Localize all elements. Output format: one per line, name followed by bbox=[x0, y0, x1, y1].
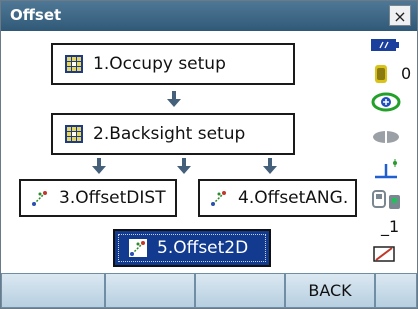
menu-item-label: 5.Offset2D bbox=[157, 238, 249, 258]
battery-icon bbox=[371, 39, 399, 51]
back-button[interactable]: BACK bbox=[285, 273, 375, 308]
offset-program-icon bbox=[210, 189, 228, 207]
menu-item-label: 3.OffsetDIST bbox=[59, 188, 166, 208]
bluetooth-interface-icon bbox=[372, 190, 400, 209]
menu-item-label: 2.Backsight setup bbox=[93, 124, 246, 144]
offset-program-icon bbox=[129, 239, 147, 257]
memory-count: 0 bbox=[401, 64, 412, 83]
menu-area: 1.Occupy setup 2.Backsight setup 3.Offse… bbox=[1, 31, 363, 271]
menu-item-offset-dist[interactable]: 3.OffsetDIST bbox=[19, 179, 177, 217]
arrow-down-icon bbox=[177, 158, 191, 174]
memory-card-icon bbox=[375, 65, 387, 83]
softkey-bar: BACK bbox=[1, 273, 417, 308]
softkey-f2[interactable] bbox=[105, 273, 195, 308]
title-bar: Offset × bbox=[1, 1, 417, 31]
tilt-icon bbox=[375, 159, 397, 179]
menu-item-offset-ang[interactable]: 4.OffsetANG. bbox=[198, 179, 357, 217]
close-button[interactable]: × bbox=[389, 5, 411, 26]
menu-item-label: 4.OffsetANG. bbox=[238, 188, 349, 208]
menu-item-offset-2d[interactable]: 5.Offset2D bbox=[113, 229, 271, 267]
softkey-f3[interactable] bbox=[195, 273, 285, 308]
arrow-down-icon bbox=[167, 91, 181, 107]
pencil-icon bbox=[373, 246, 395, 262]
prism-target-icon bbox=[371, 92, 401, 112]
grid-program-icon bbox=[65, 55, 83, 73]
input-mode: _1 bbox=[381, 217, 400, 236]
softkey-f5[interactable] bbox=[375, 273, 417, 308]
menu-item-backsight-setup[interactable]: 2.Backsight setup bbox=[51, 113, 295, 155]
offset-window: Offset × 1.Occupy setup 2.Backsight setu… bbox=[0, 0, 418, 309]
status-bar: 0 _1 bbox=[363, 31, 417, 271]
softkey-f1[interactable] bbox=[1, 273, 105, 308]
offset-program-icon bbox=[31, 189, 49, 207]
menu-item-label: 1.Occupy setup bbox=[93, 54, 226, 74]
window-title: Offset bbox=[10, 6, 62, 24]
arrow-down-icon bbox=[263, 158, 277, 174]
arrow-down-icon bbox=[92, 158, 106, 174]
laser-icon bbox=[373, 130, 399, 144]
grid-program-icon bbox=[65, 125, 83, 143]
menu-item-occupy-setup[interactable]: 1.Occupy setup bbox=[51, 43, 295, 85]
